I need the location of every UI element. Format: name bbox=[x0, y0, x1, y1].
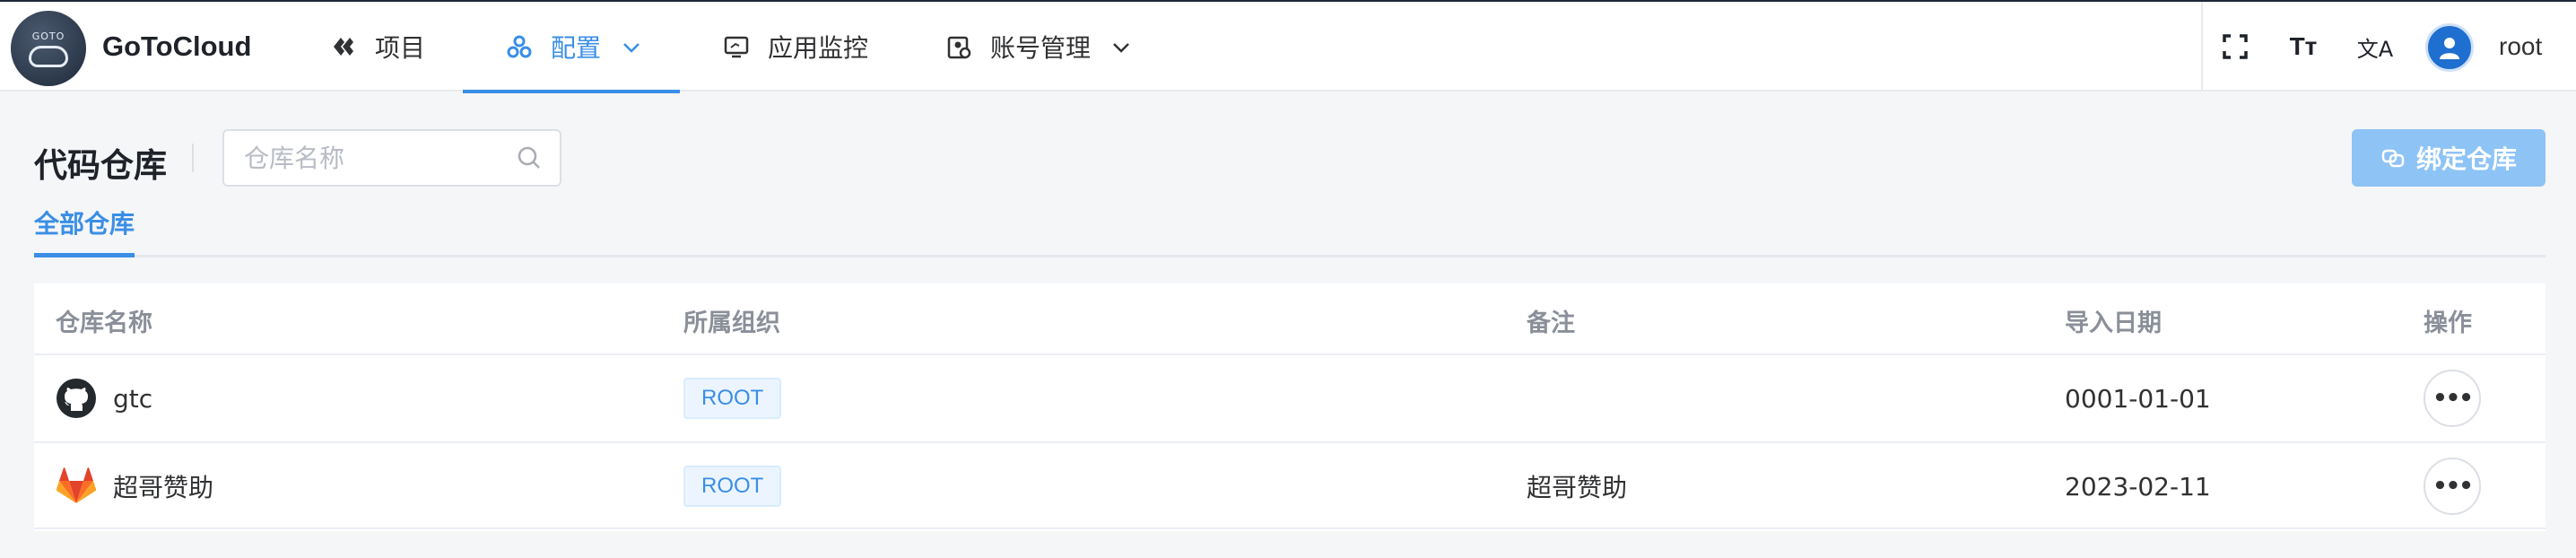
chevron-down-icon bbox=[1112, 36, 1130, 58]
table-row[interactable]: gtc ROOT 0001-01-01 ••• bbox=[34, 353, 2546, 441]
column-header-actions: 操作 bbox=[2424, 310, 2472, 337]
column-header-note[interactable]: 备注 bbox=[1527, 303, 1575, 338]
search-box[interactable] bbox=[222, 129, 561, 187]
org-cell: ROOT bbox=[683, 443, 782, 529]
github-icon bbox=[57, 379, 96, 418]
logo-text: GOTO bbox=[31, 30, 65, 42]
nav-item-account[interactable]: 账号管理 bbox=[945, 2, 1130, 92]
repo-name-cell[interactable]: gtc bbox=[56, 355, 152, 441]
translate-glyph: 文A bbox=[2356, 36, 2394, 62]
tab-all-repos[interactable]: 全部仓库 bbox=[34, 205, 135, 240]
page-title: 代码仓库 bbox=[34, 146, 167, 185]
project-icon bbox=[330, 33, 357, 60]
search-icon[interactable] bbox=[517, 145, 542, 170]
org-tag: ROOT bbox=[683, 466, 782, 507]
date-cell: 2023-02-11 bbox=[2065, 471, 2211, 501]
brand-name[interactable]: GoToCloud bbox=[102, 31, 251, 63]
bind-repo-label: 绑定仓库 bbox=[2415, 144, 2517, 174]
more-actions-button[interactable]: ••• bbox=[2424, 458, 2481, 515]
title-divider bbox=[192, 144, 194, 172]
nav-label: 账号管理 bbox=[990, 33, 1092, 63]
search-input[interactable] bbox=[244, 131, 513, 185]
nav-item-config[interactable]: 配置 bbox=[463, 2, 680, 93]
avatar[interactable] bbox=[2425, 23, 2474, 72]
more-icon: ••• bbox=[2432, 385, 2474, 412]
top-header: GOTO GoToCloud 项目 配置 应用监控 账号管理 Tт 文A roo… bbox=[0, 0, 2576, 93]
org-cell: ROOT bbox=[683, 355, 782, 441]
username[interactable]: root bbox=[2499, 32, 2542, 61]
monitor-icon bbox=[723, 33, 750, 60]
config-icon bbox=[506, 33, 533, 60]
font-size-icon[interactable]: Tт bbox=[2287, 31, 2319, 63]
column-header-org[interactable]: 所属组织 bbox=[683, 303, 780, 338]
gitlab-icon bbox=[56, 467, 97, 503]
repo-name[interactable]: 超哥赞助 bbox=[113, 468, 213, 504]
brand-logo[interactable]: GOTO bbox=[11, 11, 86, 86]
column-header-name[interactable]: 仓库名称 bbox=[56, 303, 152, 338]
font-size-glyph: Tт bbox=[2289, 32, 2318, 60]
nav-label: 应用监控 bbox=[768, 33, 869, 63]
nav-label: 配置 bbox=[551, 33, 602, 63]
nav-item-monitor[interactable]: 应用监控 bbox=[723, 2, 868, 92]
translate-icon[interactable]: 文A bbox=[2355, 31, 2395, 63]
nav-item-project[interactable]: 项目 bbox=[330, 2, 425, 92]
more-actions-button[interactable]: ••• bbox=[2424, 370, 2481, 427]
cloud-icon bbox=[29, 45, 68, 67]
repo-name[interactable]: gtc bbox=[113, 384, 152, 414]
note-cell: 超哥赞助 bbox=[1527, 473, 1628, 502]
action-cell: ••• bbox=[2424, 355, 2481, 441]
fullscreen-icon[interactable] bbox=[2219, 31, 2251, 63]
more-icon: ••• bbox=[2432, 473, 2474, 500]
account-icon bbox=[945, 33, 972, 60]
tab-divider bbox=[34, 255, 2546, 257]
repo-name-cell[interactable]: 超哥赞助 bbox=[56, 443, 213, 529]
bind-repo-button[interactable]: 绑定仓库 bbox=[2352, 129, 2546, 187]
chevron-down-icon bbox=[622, 36, 640, 58]
column-header-date[interactable]: 导入日期 bbox=[2065, 303, 2162, 338]
nav-label: 项目 bbox=[375, 33, 426, 63]
repo-table: 仓库名称 所属组织 备注 导入日期 操作 gtc ROOT 0001-01-01… bbox=[34, 283, 2546, 531]
date-cell: 0001-01-01 bbox=[2065, 383, 2211, 414]
user-icon bbox=[2440, 38, 2459, 59]
table-row[interactable]: 超哥赞助 ROOT 超哥赞助 2023-02-11 ••• bbox=[34, 441, 2546, 529]
action-cell: ••• bbox=[2424, 443, 2481, 529]
header-divider bbox=[2201, 2, 2203, 92]
org-tag: ROOT bbox=[683, 378, 782, 419]
tab-active-indicator bbox=[34, 253, 135, 257]
link-icon bbox=[2381, 149, 2405, 168]
